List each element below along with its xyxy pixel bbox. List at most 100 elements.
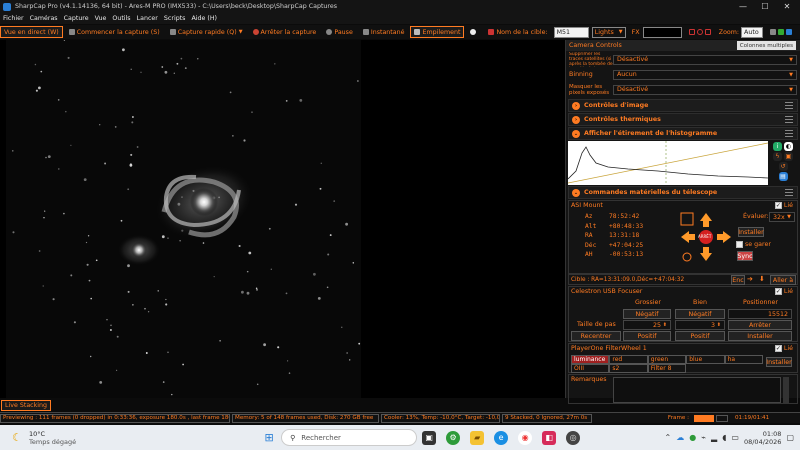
menu-icon[interactable] — [785, 130, 793, 137]
multi-columns-button[interactable]: Colonnes multiples — [736, 41, 796, 50]
menu-cameras[interactable]: Caméras — [30, 15, 58, 22]
filter-cell[interactable]: ha — [724, 355, 763, 364]
coarse-positive-button[interactable]: Positif — [623, 331, 671, 341]
menu-icon[interactable] — [785, 102, 793, 109]
satellite-trail-select[interactable]: Désactivé ▼ — [613, 54, 797, 65]
park-toggle[interactable]: se garer — [736, 241, 771, 248]
clock[interactable]: 01:08 08/04/2026 — [744, 430, 781, 446]
recenter-button[interactable]: Recentrer — [571, 331, 621, 341]
frame-type-select[interactable]: Lights ▼ — [591, 26, 626, 38]
focuser-stop-button[interactable]: Arrêter — [728, 320, 792, 330]
task-view-icon[interactable]: ▣ — [422, 430, 437, 445]
overlay-buttons[interactable] — [685, 26, 717, 38]
flash-icon[interactable]: ϟ — [773, 152, 782, 161]
menu-scripts[interactable]: Scripts — [164, 15, 186, 22]
zoom-select[interactable]: Auto — [741, 26, 763, 38]
section-thermal-controls[interactable]: › Contrôles thermiques — [568, 113, 798, 126]
reset-icon[interactable]: ↺ — [778, 162, 788, 171]
snapshot-button[interactable]: Instantané — [359, 26, 409, 38]
arrow-right-icon[interactable]: ➔ — [747, 275, 753, 283]
filter-cell[interactable]: red — [609, 355, 648, 364]
goto-button[interactable]: Aller à — [770, 275, 796, 285]
checkbox[interactable] — [736, 241, 743, 248]
target-name-input[interactable]: M51 — [553, 26, 589, 38]
mount-connected[interactable]: ✓ Lié — [774, 202, 793, 209]
app-icon[interactable]: ◧ — [542, 430, 557, 445]
save-icon[interactable]: ▤ — [778, 172, 788, 181]
remarks-textarea[interactable] — [613, 377, 781, 403]
display-buttons[interactable] — [766, 26, 798, 38]
menu-launch[interactable]: Lancer — [137, 15, 158, 22]
live-stacking-tab[interactable]: Live Stacking — [1, 400, 52, 411]
histogram-plot[interactable] — [568, 141, 768, 185]
stop-capture-button[interactable]: Arrêter la capture — [249, 26, 321, 38]
coarse-negative-button[interactable]: Négatif — [623, 309, 671, 319]
mount-stop-button[interactable]: ARRÊT — [698, 234, 711, 239]
chevron-up-icon[interactable]: ⌃ — [665, 433, 672, 442]
section-telescope[interactable]: ⌄ Commandes matérielles du télescope — [568, 186, 798, 199]
live-view-button[interactable]: Vue en direct (W) — [0, 26, 63, 38]
checkbox[interactable]: ✓ — [774, 345, 782, 352]
fx-select[interactable] — [642, 26, 682, 38]
filter-cell[interactable]: luminance — [571, 355, 610, 364]
fine-positive-button[interactable]: Positif — [675, 331, 725, 341]
volume-icon[interactable]: ◖ — [722, 433, 726, 442]
mask-pixels-select[interactable]: Désactivé ▼ — [613, 84, 797, 95]
maximize-button[interactable]: ☐ — [754, 0, 776, 13]
coarse-step-input[interactable]: 25 ⬍ — [623, 320, 671, 330]
stepper-icon[interactable]: ⬍ — [717, 322, 721, 328]
menu-help[interactable]: Aide (H) — [191, 15, 217, 22]
image-viewer[interactable] — [0, 40, 565, 398]
weather-widget[interactable]: 10°C Temps dégagé — [29, 430, 76, 446]
fine-step-input[interactable]: 3 ⬍ — [675, 320, 725, 330]
edge-icon[interactable]: e — [494, 430, 509, 445]
focuser-connected[interactable]: ✓ Lié — [774, 288, 793, 295]
chrome-icon[interactable]: ◉ — [518, 430, 533, 445]
stacking-button[interactable]: Empilement — [410, 26, 465, 38]
rate-select[interactable]: 32x ▼ — [769, 212, 795, 222]
menu-file[interactable]: Fichier — [3, 15, 24, 22]
checkbox[interactable]: ✓ — [774, 288, 782, 295]
close-button[interactable]: ✕ — [776, 0, 798, 13]
contrast-icon[interactable]: ◐ — [784, 142, 793, 151]
network-icon[interactable]: ▂ — [711, 433, 717, 442]
start-capture-button[interactable]: Commencer la capture (S) — [65, 26, 164, 38]
filter-cell[interactable]: Filter 8 — [647, 364, 687, 373]
menu-icon[interactable] — [785, 189, 793, 196]
section-image-controls[interactable]: › Contrôles d'image — [568, 99, 798, 112]
pause-button[interactable]: Pause — [322, 26, 357, 38]
weather-moon-icon[interactable]: ☾ — [10, 431, 24, 445]
minimize-button[interactable]: — — [732, 0, 754, 13]
arrow-down-icon[interactable]: ⬇ — [759, 275, 765, 283]
filterwheel-connected[interactable]: ✓ Lié — [774, 345, 793, 352]
usb-icon[interactable]: ⌁ — [701, 433, 706, 442]
explorer-icon[interactable]: ▰ — [470, 430, 485, 445]
remarks-scrollbar[interactable] — [783, 377, 789, 403]
info-icon[interactable]: i — [773, 142, 782, 151]
notifications-icon[interactable]: ▢ — [786, 433, 794, 442]
filterwheel-install-button[interactable]: Installer — [766, 357, 792, 367]
menu-view[interactable]: Vue — [95, 15, 107, 22]
menu-icon[interactable] — [785, 116, 793, 123]
binning-select[interactable]: Aucun ▼ — [613, 69, 797, 80]
menu-capture[interactable]: Capture — [64, 15, 89, 22]
filter-cell[interactable]: blue — [686, 355, 725, 364]
filter-cell[interactable]: OIII — [571, 364, 610, 373]
mount-install-button[interactable]: Installer — [738, 227, 764, 237]
sync-button[interactable]: Sync — [737, 251, 753, 261]
focuser-install-button[interactable]: Installer — [728, 331, 792, 341]
lock-icon[interactable]: ▣ — [784, 152, 793, 161]
folder-button[interactable]: Nom de la cible: — [484, 26, 551, 38]
sharpcap-taskbar-icon[interactable]: ◎ — [566, 430, 581, 445]
stepper-icon[interactable]: ⬍ — [663, 322, 667, 328]
quick-capture-button[interactable]: Capture rapide (Q) ▼ — [166, 26, 247, 38]
taskbar-search-box[interactable]: ⚲ Rechercher — [281, 429, 418, 446]
checkbox[interactable]: ✓ — [774, 202, 782, 209]
filter-cell[interactable]: s2 — [609, 364, 648, 373]
tray-app-icon[interactable]: ● — [689, 433, 696, 442]
menu-tools[interactable]: Outils — [112, 15, 130, 22]
battery-icon[interactable]: ▭ — [731, 433, 739, 442]
filter-cell[interactable]: green — [647, 355, 687, 364]
fine-negative-button[interactable]: Négatif — [675, 309, 725, 319]
target-toggle[interactable] — [466, 26, 482, 38]
